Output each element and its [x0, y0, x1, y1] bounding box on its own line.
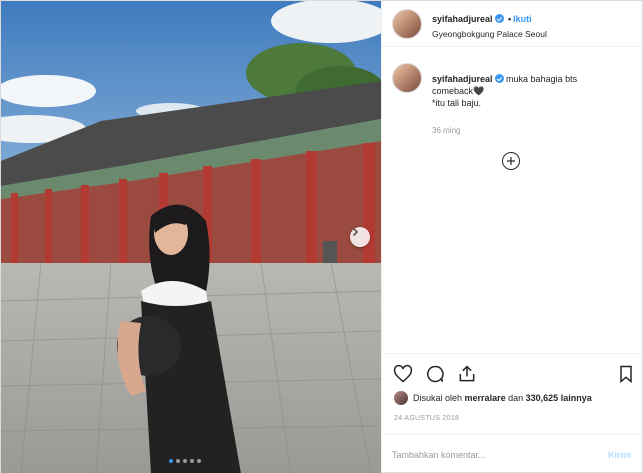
- liker-avatar[interactable]: [394, 391, 408, 405]
- post-time-ago[interactable]: 36 ming: [432, 126, 460, 135]
- comment-input[interactable]: [392, 445, 592, 465]
- verified-badge-icon: [494, 74, 504, 83]
- avatar[interactable]: [392, 63, 422, 93]
- caption-line-2: comeback🖤: [432, 86, 485, 96]
- post-side-panel: syifahadjureal • Ikuti Gyeongbokgung Pala…: [381, 1, 643, 473]
- instagram-post: syifahadjureal • Ikuti Gyeongbokgung Pala…: [0, 0, 643, 473]
- send-comment-button[interactable]: Kirim: [608, 450, 631, 460]
- likes-count[interactable]: 330,625 lainnya: [526, 393, 592, 403]
- share-icon[interactable]: [457, 364, 477, 384]
- liker-username[interactable]: merralare: [465, 393, 506, 403]
- caption-username[interactable]: syifahadjureal: [432, 74, 493, 84]
- post-photo[interactable]: [1, 1, 381, 473]
- comment-bubble-icon[interactable]: [425, 364, 445, 384]
- action-bar: [382, 353, 643, 393]
- carousel-dot-active: [169, 459, 173, 463]
- likes-text: Disukai oleh merralare dan 330,625 lainn…: [413, 393, 592, 403]
- save-bookmark-icon[interactable]: [616, 364, 636, 384]
- follow-label[interactable]: Ikuti: [513, 14, 532, 24]
- username-text[interactable]: syifahadjureal: [432, 14, 493, 24]
- carousel-dot: [190, 459, 194, 463]
- avatar[interactable]: [392, 9, 422, 39]
- likes-summary: Disukai oleh merralare dan 330,625 lainn…: [382, 389, 643, 409]
- likes-prefix: Disukai oleh: [413, 393, 463, 403]
- caption: syifahadjureal muka bahagia bts comeback…: [432, 73, 632, 109]
- caption-line-1: muka bahagia bts: [506, 74, 578, 84]
- like-heart-icon[interactable]: [393, 364, 413, 384]
- carousel-dot: [183, 459, 187, 463]
- chevron-right-icon: [352, 227, 359, 237]
- post-date[interactable]: 24 AGUSTUS 2018: [394, 415, 459, 422]
- follow-separator: •: [508, 14, 512, 24]
- likes-joiner: dan: [508, 393, 524, 403]
- caption-line-3: *itu tali baju.: [432, 98, 482, 108]
- follow-button[interactable]: • Ikuti: [508, 14, 532, 24]
- post-header: syifahadjureal • Ikuti Gyeongbokgung Pala…: [382, 1, 643, 47]
- carousel-dot: [197, 459, 201, 463]
- photo-scene: [1, 1, 381, 473]
- carousel-dots: [169, 459, 201, 463]
- next-photo-button[interactable]: [350, 227, 370, 247]
- verified-badge-icon: [494, 14, 504, 23]
- comments-area: syifahadjureal muka bahagia bts comeback…: [382, 48, 643, 353]
- location-link[interactable]: Gyeongbokgung Palace Seoul: [432, 29, 547, 39]
- header-username[interactable]: syifahadjureal: [432, 14, 504, 24]
- carousel-dot: [176, 459, 180, 463]
- add-comment-bar: Kirim: [382, 434, 643, 473]
- load-more-comments-button[interactable]: [502, 152, 520, 170]
- plus-circle-icon: [507, 157, 515, 165]
